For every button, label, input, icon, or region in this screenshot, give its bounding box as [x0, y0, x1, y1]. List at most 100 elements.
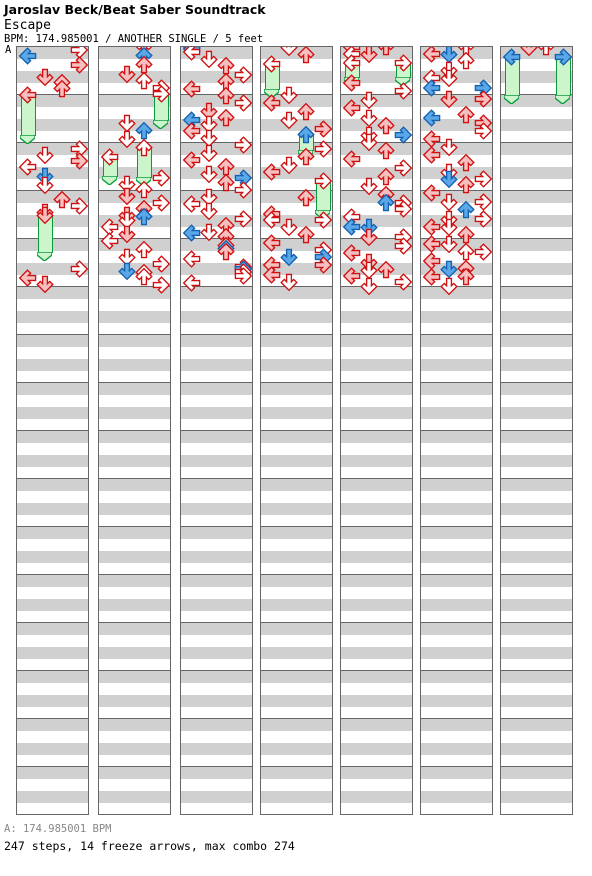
beat-band — [261, 623, 332, 635]
note-arrow-right[interactable] — [393, 158, 412, 178]
note-arrow-right[interactable] — [233, 65, 252, 85]
freeze-arrow-head[interactable] — [502, 47, 522, 67]
beat-band — [17, 671, 88, 683]
beat-band — [341, 503, 412, 515]
beat-band — [501, 455, 572, 467]
beat-band — [421, 335, 492, 347]
freeze-arrow-head[interactable] — [393, 53, 412, 73]
freeze-arrow-head[interactable] — [262, 54, 282, 74]
note-arrow-right[interactable] — [393, 272, 412, 292]
note-arrow-up[interactable] — [296, 147, 316, 167]
note-arrow-down[interactable] — [439, 68, 459, 88]
note-arrow-left[interactable] — [182, 79, 202, 99]
note-arrow-right[interactable] — [233, 135, 252, 155]
note-arrow-left[interactable] — [422, 108, 442, 128]
freeze-arrow-head[interactable] — [18, 85, 38, 105]
beat-band — [501, 503, 572, 515]
note-arrow-right[interactable] — [69, 196, 88, 216]
chart-column[interactable] — [98, 46, 171, 815]
freeze-arrow-head[interactable] — [151, 84, 170, 104]
note-arrow-down[interactable] — [35, 145, 55, 165]
measure-line — [421, 430, 492, 431]
note-arrow-right[interactable] — [313, 139, 332, 159]
note-arrow-down[interactable] — [359, 227, 379, 247]
note-arrow-down[interactable] — [359, 90, 379, 110]
measure-line — [17, 334, 88, 335]
note-arrow-right[interactable] — [393, 236, 412, 256]
note-arrow-right[interactable] — [473, 242, 492, 262]
stepchart-page: Jaroslav Beck/Beat Saber Soundtrack Esca… — [0, 0, 592, 876]
note-arrow-down[interactable] — [439, 276, 459, 296]
note-arrow-up[interactable] — [296, 188, 316, 208]
note-arrow-down[interactable] — [279, 155, 299, 175]
freeze-arrow-head[interactable] — [553, 47, 572, 67]
beat-band — [341, 671, 412, 683]
note-arrow-down[interactable] — [279, 272, 299, 292]
measure-line — [501, 430, 572, 431]
note-arrow-up[interactable] — [456, 51, 476, 71]
chart-column[interactable] — [180, 46, 253, 815]
note-arrow-right[interactable] — [473, 121, 492, 141]
note-arrow-down[interactable] — [359, 276, 379, 296]
measure-line — [181, 430, 252, 431]
note-arrow-left[interactable] — [182, 249, 202, 269]
note-arrow-right[interactable] — [69, 151, 88, 171]
chart-column[interactable] — [340, 46, 413, 815]
beat-band — [341, 599, 412, 611]
freeze-arrow-head[interactable] — [313, 171, 332, 191]
note-arrow-right[interactable] — [69, 55, 88, 75]
note-arrow-right[interactable] — [233, 93, 252, 113]
note-arrow-up[interactable] — [296, 47, 316, 65]
note-arrow-right[interactable] — [69, 259, 88, 279]
measure-line — [501, 718, 572, 719]
note-arrow-right[interactable] — [393, 125, 412, 145]
note-arrow-up[interactable] — [376, 167, 396, 187]
note-arrow-left[interactable] — [182, 273, 202, 293]
beat-band — [341, 311, 412, 323]
note-arrow-down[interactable] — [35, 274, 55, 294]
beat-band — [501, 311, 572, 323]
note-arrow-right[interactable] — [233, 209, 252, 229]
beat-band — [421, 743, 492, 755]
note-arrow-right[interactable] — [151, 275, 170, 295]
note-arrow-up[interactable] — [134, 207, 154, 227]
note-arrow-left[interactable] — [182, 223, 202, 243]
freeze-arrow-head[interactable] — [342, 53, 362, 73]
beat-band — [421, 719, 492, 731]
chart-column[interactable] — [260, 46, 333, 815]
note-arrow-right[interactable] — [151, 193, 170, 213]
note-arrow-right[interactable] — [233, 266, 252, 286]
freeze-arrow-head[interactable] — [134, 138, 154, 158]
beat-band — [17, 479, 88, 491]
note-arrow-right[interactable] — [151, 168, 170, 188]
note-arrow-right[interactable] — [393, 199, 412, 219]
note-arrow-right[interactable] — [233, 180, 252, 200]
measure-line — [99, 670, 170, 671]
beat-band — [501, 479, 572, 491]
freeze-arrow-head[interactable] — [35, 205, 55, 225]
note-arrow-right[interactable] — [473, 89, 492, 109]
chart-column[interactable] — [16, 46, 89, 815]
note-arrow-right[interactable] — [313, 210, 332, 230]
note-arrow-right[interactable] — [473, 209, 492, 229]
note-arrow-right[interactable] — [313, 255, 332, 275]
note-arrow-right[interactable] — [151, 254, 170, 274]
note-arrow-down[interactable] — [279, 247, 299, 267]
note-arrow-down[interactable] — [359, 47, 379, 64]
measure-line — [501, 190, 572, 191]
chart-column[interactable] — [500, 46, 573, 815]
note-arrow-up[interactable] — [456, 267, 476, 287]
note-arrow-right[interactable] — [393, 81, 412, 101]
note-arrow-left[interactable] — [262, 162, 282, 182]
measure-line — [341, 622, 412, 623]
chart-column[interactable] — [420, 46, 493, 815]
note-arrow-right[interactable] — [313, 119, 332, 139]
note-arrow-up[interactable] — [216, 108, 236, 128]
beat-band — [99, 431, 170, 443]
freeze-arrow-head[interactable] — [100, 147, 120, 167]
note-arrow-right[interactable] — [473, 169, 492, 189]
note-arrow-left[interactable] — [18, 47, 38, 66]
note-arrow-up[interactable] — [52, 79, 72, 99]
note-arrow-left[interactable] — [342, 149, 362, 169]
beat-band — [99, 527, 170, 539]
